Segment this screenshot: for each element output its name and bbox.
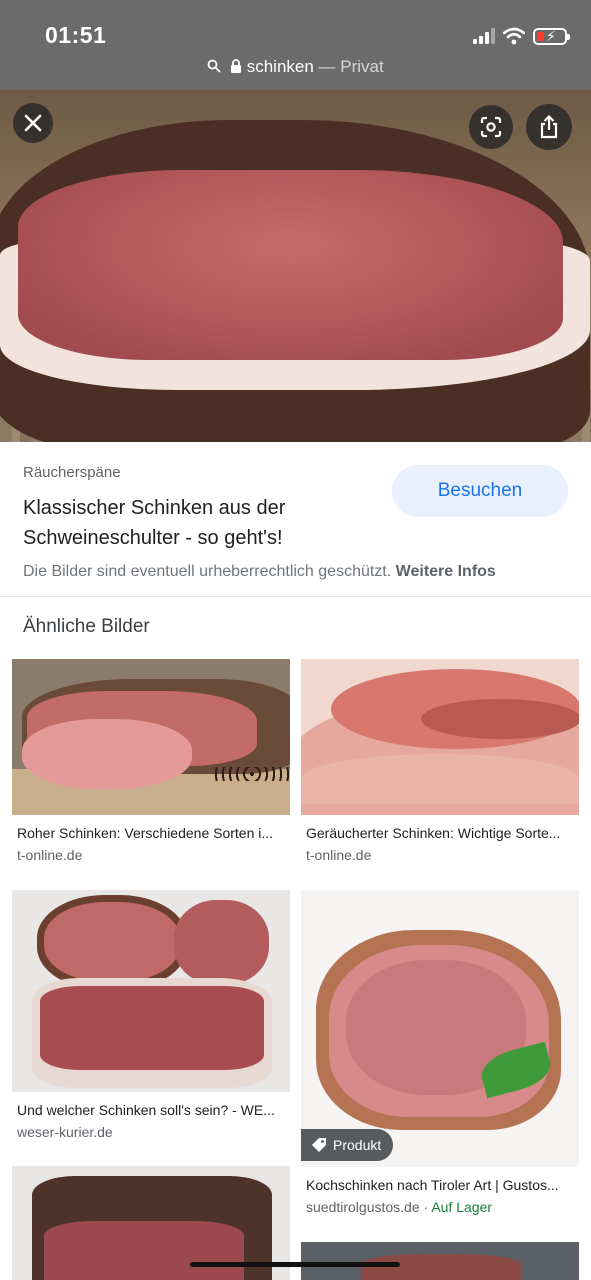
lens-icon [480,116,502,138]
divider [0,596,591,597]
product-badge-label: Produkt [333,1137,382,1153]
similar-image-card[interactable]: Roher Schinken: Verschiedene Sorten i...… [12,659,290,863]
share-button[interactable] [526,104,572,150]
card-title: Kochschinken nach Tiroler Art | Gustos..… [306,1177,559,1193]
status-time: 01:51 [45,22,107,48]
more-info-link[interactable]: Weitere Infos [396,563,496,580]
close-button[interactable] [13,103,53,143]
similar-image-card[interactable]: Geräucherter Schinken: Wichtige Sorte...… [301,659,579,863]
url-host: schinken [246,57,314,76]
card-domain: t-online.de [17,847,83,863]
in-stock-label: Auf Lager [431,1199,493,1215]
result-title[interactable]: Klassischer Schinken aus der Schweinesch… [23,493,363,553]
card-thumbnail[interactable] [12,890,290,1092]
private-mode-label: Privat [340,57,384,76]
card-domain-name: suedtirolgustos.de [306,1199,420,1215]
card-title: Geräucherter Schinken: Wichtige Sorte... [306,825,561,841]
search-icon [207,59,221,73]
browser-top-bar: 01:51 ⚡ schinken — Privat [0,0,591,90]
hero-image[interactable] [0,90,591,442]
card-title: Roher Schinken: Verschiedene Sorten i... [17,825,274,841]
similar-images-heading: Ähnliche Bilder [23,616,150,637]
similar-image-card[interactable]: Produkt Kochschinken nach Tiroler Art | … [301,890,579,1215]
lock-icon [230,59,241,73]
card-domain: suedtirolgustos.de · Auf Lager [306,1199,579,1215]
visit-button[interactable]: Besuchen [392,465,568,517]
result-source[interactable]: Räucherspäne [23,464,121,481]
card-thumbnail[interactable] [301,1242,579,1280]
product-badge: Produkt [301,1129,394,1161]
card-title: Und welcher Schinken soll's sein? - WE..… [17,1102,275,1118]
card-thumbnail[interactable] [301,659,579,815]
status-icons: ⚡ [473,24,570,48]
card-domain: t-online.de [306,847,372,863]
cellular-signal-icon [473,28,495,44]
copyright-text: Die Bilder sind eventuell urheberrechtli… [23,563,392,580]
url-separator: — [313,57,341,76]
similar-image-card[interactable] [301,1242,579,1280]
wifi-icon [503,27,525,45]
similar-image-card[interactable]: Und welcher Schinken soll's sein? - WE..… [12,890,290,1140]
card-domain-separator: · [419,1199,432,1215]
copyright-notice: Die Bilder sind eventuell urheberrechtli… [23,563,496,581]
battery-icon: ⚡ [533,27,570,45]
card-thumbnail[interactable]: Produkt [301,890,579,1167]
close-icon [24,114,42,132]
card-thumbnail[interactable] [12,659,290,815]
lens-button[interactable] [469,105,513,149]
url-bar[interactable]: schinken — Privat [0,57,591,77]
home-indicator [190,1262,400,1267]
card-domain: weser-kurier.de [17,1124,113,1140]
tag-icon [312,1138,326,1152]
share-icon [540,115,558,139]
